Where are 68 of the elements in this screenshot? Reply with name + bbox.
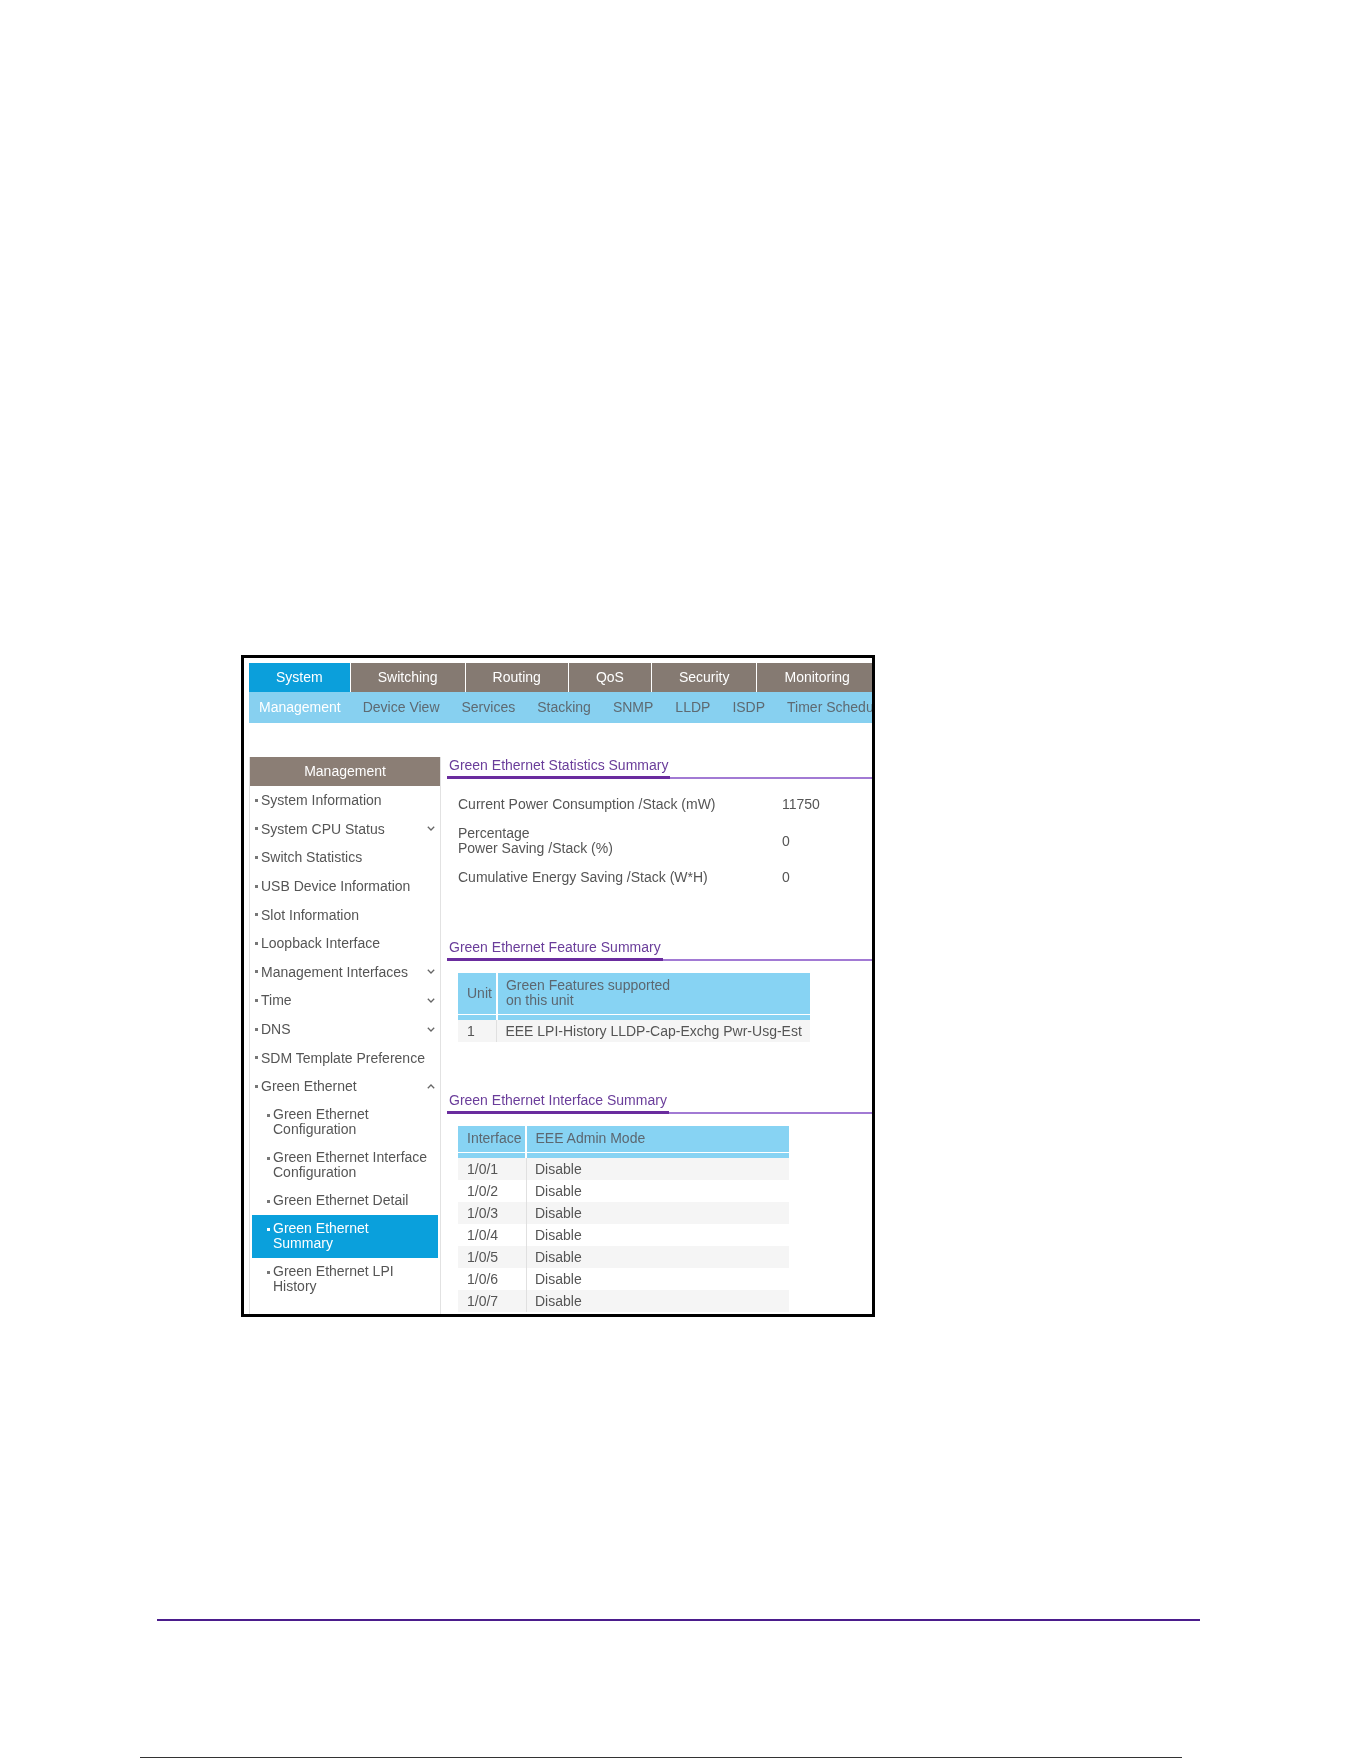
nav-tab[interactable]: Routing	[465, 663, 569, 692]
sidebar-item[interactable]: Slot Information	[250, 900, 440, 929]
bullet-icon	[267, 1228, 270, 1232]
nav-tab[interactable]: QoS	[568, 663, 652, 692]
bullet-icon	[255, 1027, 258, 1031]
sidebar-item[interactable]: Time	[250, 986, 440, 1015]
table-cell: Disable	[526, 1246, 789, 1268]
bullet-icon	[267, 1157, 270, 1161]
nav-tab[interactable]: Security	[651, 663, 758, 692]
chevron-down-icon[interactable]	[427, 969, 435, 975]
sidebar-item[interactable]: Green Ethernet LPI History	[252, 1257, 438, 1301]
table-cell: 1/0/4	[458, 1224, 527, 1246]
bullet-icon	[255, 970, 258, 974]
sidebar-item[interactable]: SDM Template Preference	[250, 1043, 440, 1072]
sidebar-item[interactable]: Management Interfaces	[250, 957, 440, 987]
section-heading: Green Ethernet Statistics Summary	[447, 757, 671, 779]
sidebar-item[interactable]: Green Ethernet Interface Configuration	[252, 1143, 438, 1187]
table-cell: 1/0/2	[458, 1180, 527, 1202]
table-cell: 1/0/3	[458, 1202, 527, 1224]
bullet-icon	[267, 1271, 270, 1275]
sidebar-title: Management	[250, 757, 440, 786]
bullet-icon	[255, 998, 258, 1002]
chevron-down-icon[interactable]	[427, 826, 435, 832]
chevron-down-icon[interactable]	[427, 1026, 435, 1032]
bullet-icon	[255, 884, 258, 888]
sidebar-item[interactable]: Switch Statistics	[250, 843, 440, 872]
stat-label: Percentage Power Saving /Stack (%)	[458, 826, 614, 856]
column-header: Unit	[458, 973, 497, 1020]
stat-label: Current Power Consumption /Stack (mW)	[458, 797, 717, 812]
stat-value: 0	[782, 870, 790, 885]
column-header: Green Features supported on this unit	[496, 973, 810, 1020]
table-cell: Disable	[526, 1202, 789, 1224]
table-cell: Disable	[526, 1290, 789, 1312]
sidebar-item[interactable]: System Information	[250, 786, 440, 815]
table-cell: 1/0/6	[458, 1268, 527, 1290]
chevron-up-icon[interactable]	[427, 1083, 435, 1089]
table-cell: 1	[458, 1020, 497, 1042]
sidebar-item[interactable]: USB Device Information	[250, 871, 440, 901]
stat-label: Cumulative Energy Saving /Stack (W*H)	[458, 870, 709, 885]
bullet-icon	[255, 1084, 258, 1088]
table-cell: 1/0/5	[458, 1246, 527, 1268]
bullet-icon	[255, 827, 258, 831]
bullet-icon	[255, 1056, 258, 1060]
column-header: Interface	[458, 1126, 527, 1158]
sidebar-item[interactable]: System CPU Status	[250, 814, 440, 844]
section-heading: Green Ethernet Feature Summary	[447, 939, 663, 961]
table-cell: Disable	[526, 1158, 789, 1180]
sidebar-item[interactable]: Green Ethernet Detail	[252, 1186, 438, 1215]
column-header: EEE Admin Mode	[526, 1126, 789, 1158]
bullet-icon	[255, 913, 258, 917]
stat-value: 0	[782, 833, 790, 849]
sidebar-item[interactable]: Green Ethernet Configuration	[252, 1100, 438, 1144]
section-heading: Green Ethernet Interface Summary	[447, 1092, 669, 1114]
chevron-down-icon[interactable]	[427, 997, 435, 1003]
bullet-icon	[255, 798, 258, 802]
table-cell: 1/0/1	[458, 1158, 527, 1180]
sidebar-item[interactable]: Loopback Interface	[250, 928, 440, 958]
nav-tab[interactable]: Monitoring	[757, 663, 872, 692]
nav-tab[interactable]: Switching	[350, 663, 466, 692]
table-cell: 1/0/7	[458, 1290, 527, 1312]
sidebar-item[interactable]: Green Ethernet	[250, 1071, 440, 1101]
bullet-icon	[255, 941, 258, 945]
bullet-icon	[255, 856, 258, 859]
bullet-icon	[267, 1114, 270, 1118]
sidebar-item[interactable]: DNS	[250, 1014, 440, 1044]
table-cell: EEE LPI-History LLDP-Cap-Exchg Pwr-Usg-Est	[496, 1020, 810, 1042]
bullet-icon	[267, 1200, 270, 1204]
stat-value: 11750	[782, 797, 820, 812]
